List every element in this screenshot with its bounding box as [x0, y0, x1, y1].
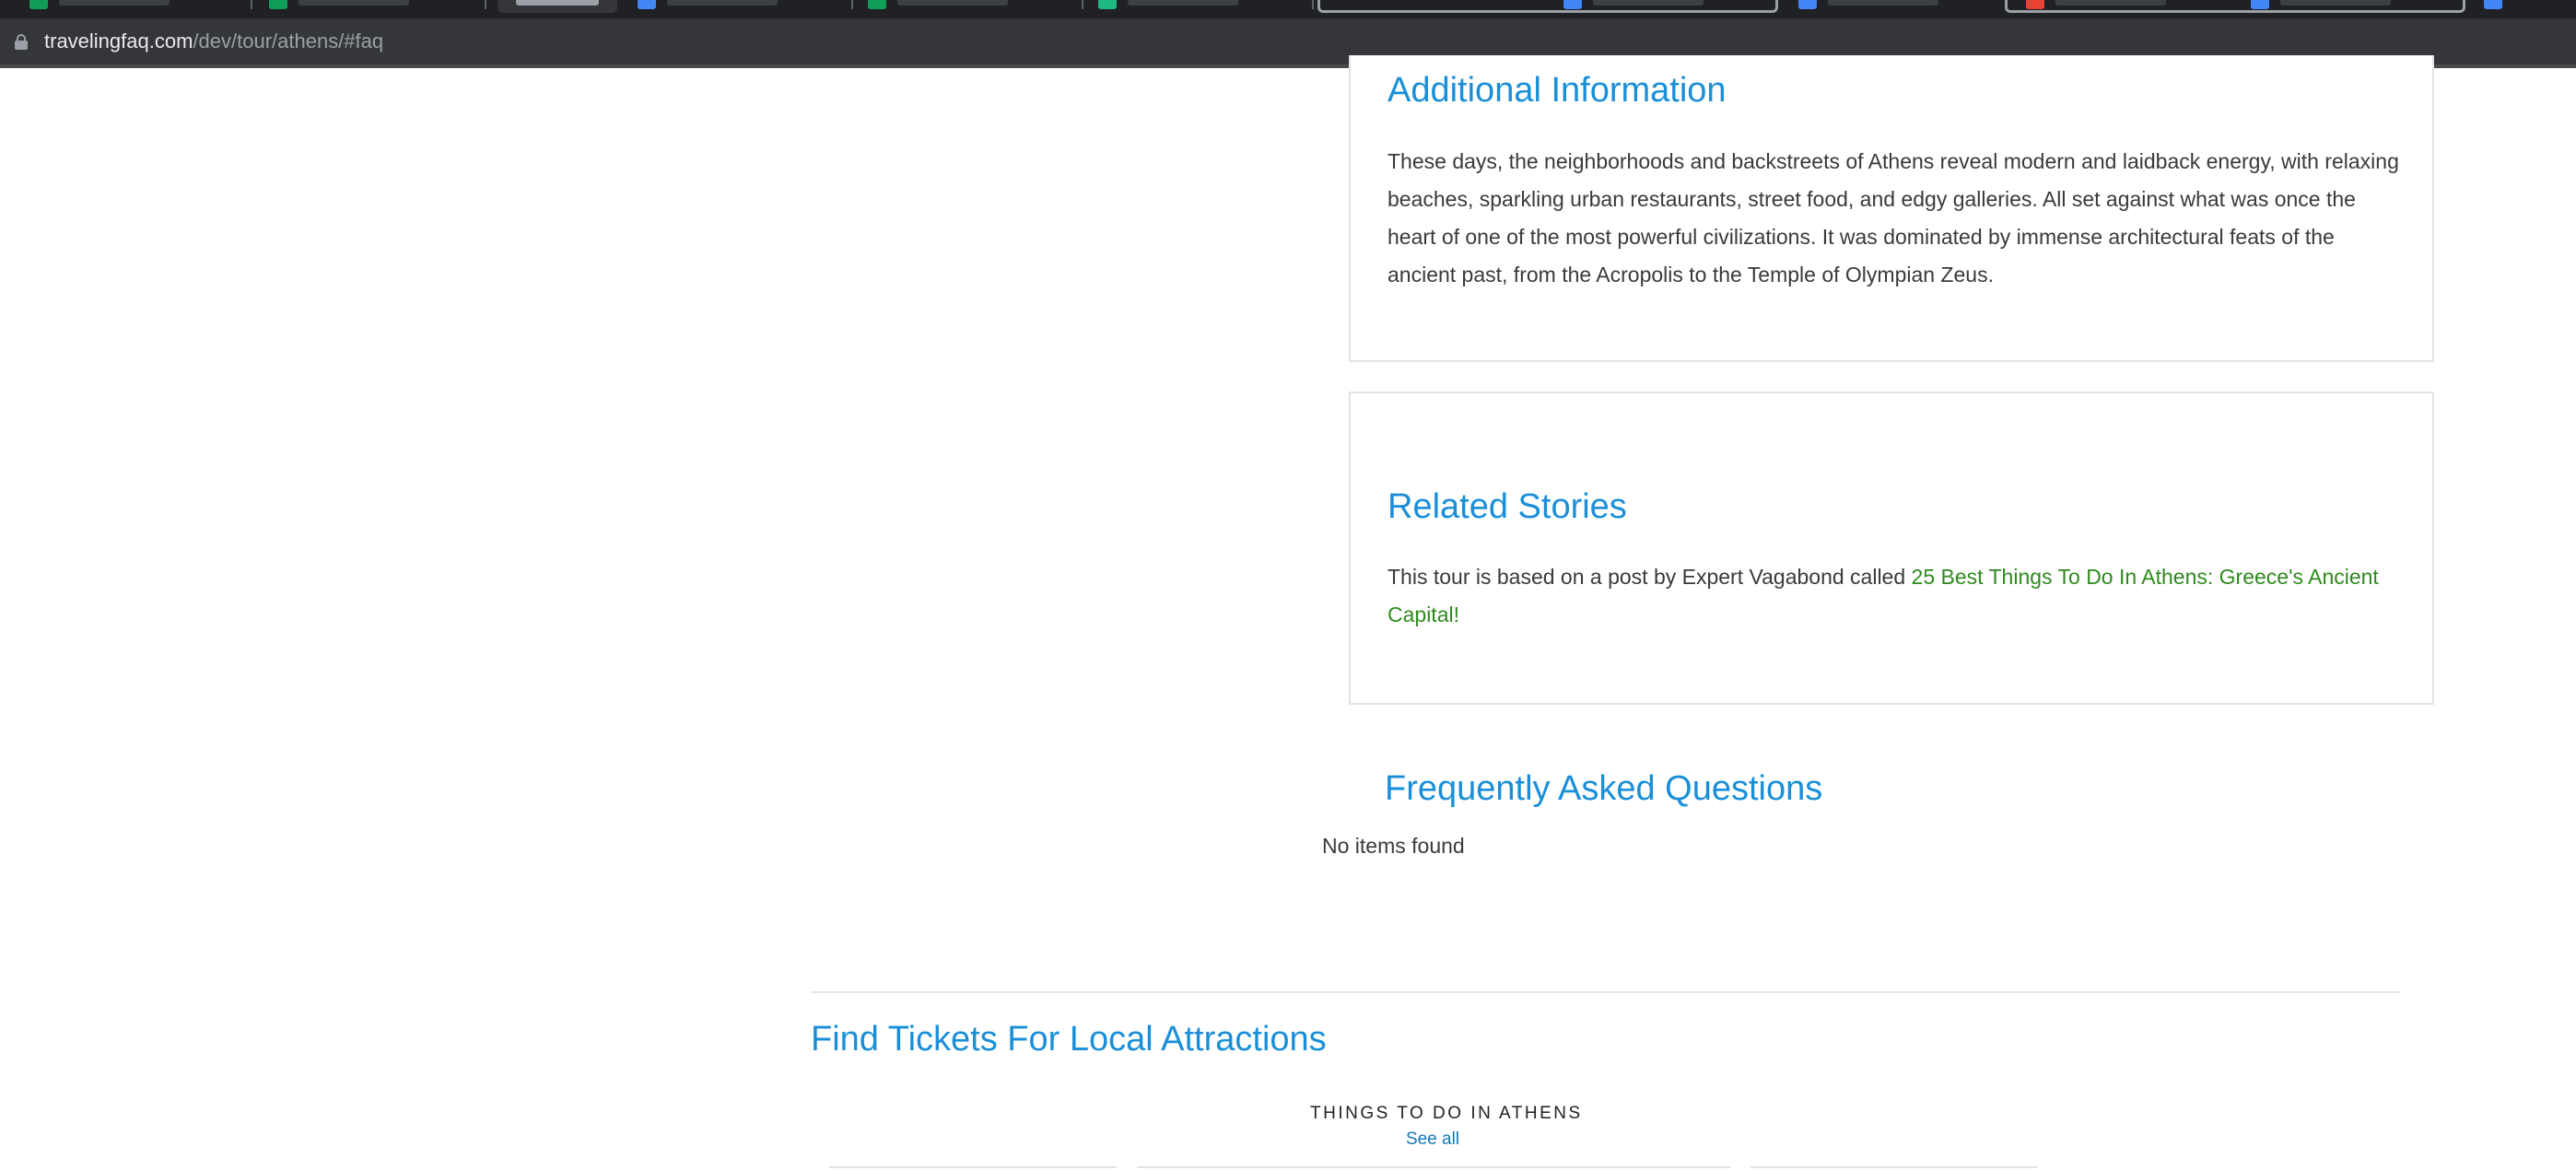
ticket-card[interactable]	[1137, 1166, 1730, 1170]
docs-favicon-icon	[638, 0, 656, 9]
browser-tab[interactable]	[258, 0, 479, 13]
section-divider	[811, 991, 2401, 993]
ticket-card[interactable]	[1751, 1166, 2038, 1170]
browser-tab-group[interactable]	[2005, 0, 2465, 13]
see-all-link[interactable]: See all	[1382, 1129, 1483, 1150]
additional-information-title: Additional Information	[1388, 71, 1727, 110]
sheets-favicon-icon	[868, 0, 886, 9]
browser-tab[interactable]	[857, 0, 1078, 13]
browser-tab[interactable]	[2475, 0, 2576, 13]
ticket-card[interactable]	[829, 1166, 1117, 1170]
things-to-do-caption: THINGS TO DO IN ATHENS	[1310, 1104, 1583, 1123]
site-favicon-icon	[1098, 0, 1117, 9]
site-favicon-icon	[1798, 0, 1817, 9]
additional-information-text: These days, the neighborhoods and backst…	[1388, 149, 2399, 287]
related-stories-intro: This tour is based on a post by Expert V…	[1388, 565, 1912, 589]
site-favicon-icon	[2484, 0, 2502, 9]
browser-tab[interactable]	[1787, 0, 2008, 13]
faq-title: Frequently Asked Questions	[1385, 769, 1823, 808]
tickets-title: Find Tickets For Local Attractions	[811, 1020, 1327, 1059]
url-path: /dev/tour/athens/#faq	[193, 29, 384, 53]
browser-tab[interactable]	[1087, 0, 1308, 13]
browser-tabstrip	[0, 0, 2576, 18]
url-text[interactable]: travelingfaq.com/dev/tour/athens/#faq	[44, 27, 383, 56]
site-favicon-icon	[2026, 0, 2044, 9]
url-host: travelingfaq.com	[44, 29, 193, 53]
sheets-favicon-icon	[29, 0, 48, 9]
lock-icon[interactable]	[15, 34, 28, 50]
browser-tab[interactable]	[18, 0, 240, 13]
browser-tab-active[interactable]	[498, 0, 617, 13]
related-stories-card	[1349, 392, 2434, 705]
related-stories-title: Related Stories	[1388, 487, 1627, 526]
site-favicon-icon	[2251, 0, 2269, 9]
browser-tab[interactable]	[626, 0, 848, 13]
browser-tab-group[interactable]	[1317, 0, 1778, 13]
faq-empty-text: No items found	[1322, 834, 1465, 858]
sheets-favicon-icon	[269, 0, 287, 9]
site-favicon-icon	[1563, 0, 1582, 9]
related-stories-text: This tour is based on a post by Expert V…	[1388, 558, 2401, 634]
